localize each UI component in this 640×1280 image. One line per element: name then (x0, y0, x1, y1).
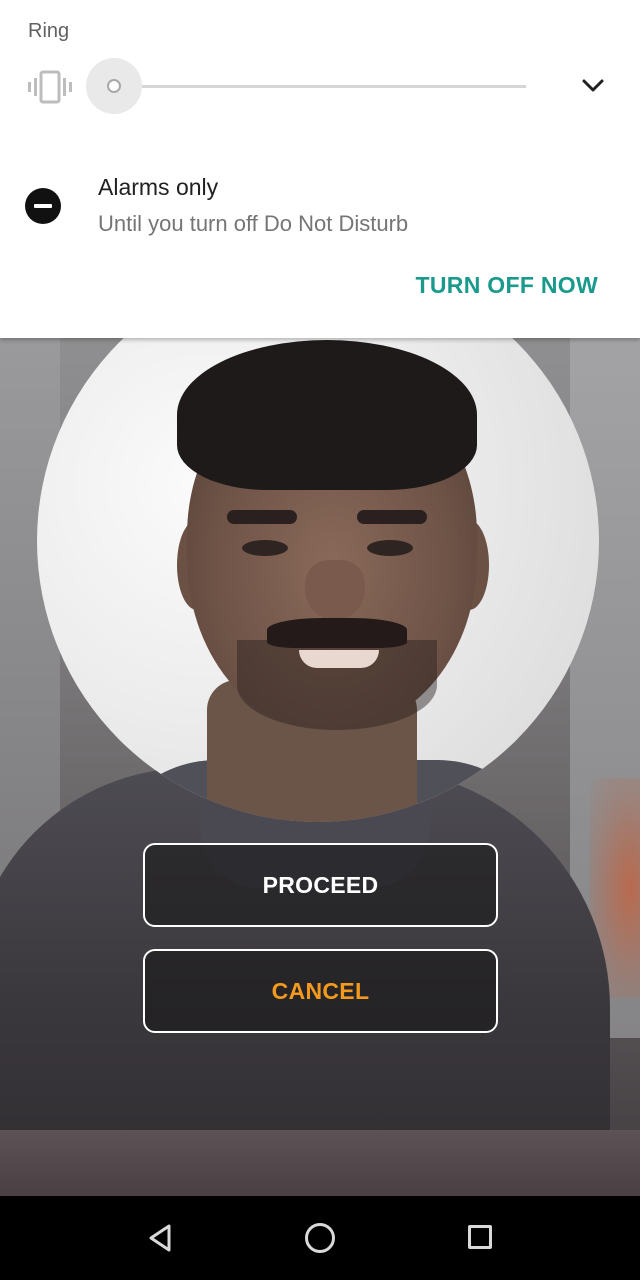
navigation-bar (0, 1196, 640, 1280)
turn-off-now-button[interactable]: TURN OFF NOW (416, 272, 598, 299)
volume-dnd-panel: Ring Alarms only Until you turn off Do N… (0, 0, 640, 338)
do-not-disturb-icon (25, 188, 61, 224)
cancel-button[interactable]: CANCEL (143, 949, 498, 1033)
recents-square-icon[interactable] (468, 1225, 492, 1249)
ring-volume-thumb[interactable] (107, 79, 121, 93)
background-floor (0, 1130, 640, 1196)
chevron-down-icon[interactable] (580, 76, 606, 96)
back-triangle-icon[interactable] (148, 1224, 172, 1252)
vibrate-icon[interactable] (28, 70, 72, 104)
ring-volume-track[interactable] (121, 85, 526, 88)
dnd-subtitle: Until you turn off Do Not Disturb (98, 211, 409, 236)
face-capture-circle (37, 260, 599, 822)
dnd-title: Alarms only (98, 174, 219, 200)
home-circle-icon[interactable] (305, 1223, 335, 1253)
ring-label: Ring (28, 20, 70, 42)
proceed-button[interactable]: PROCEED (143, 843, 498, 927)
